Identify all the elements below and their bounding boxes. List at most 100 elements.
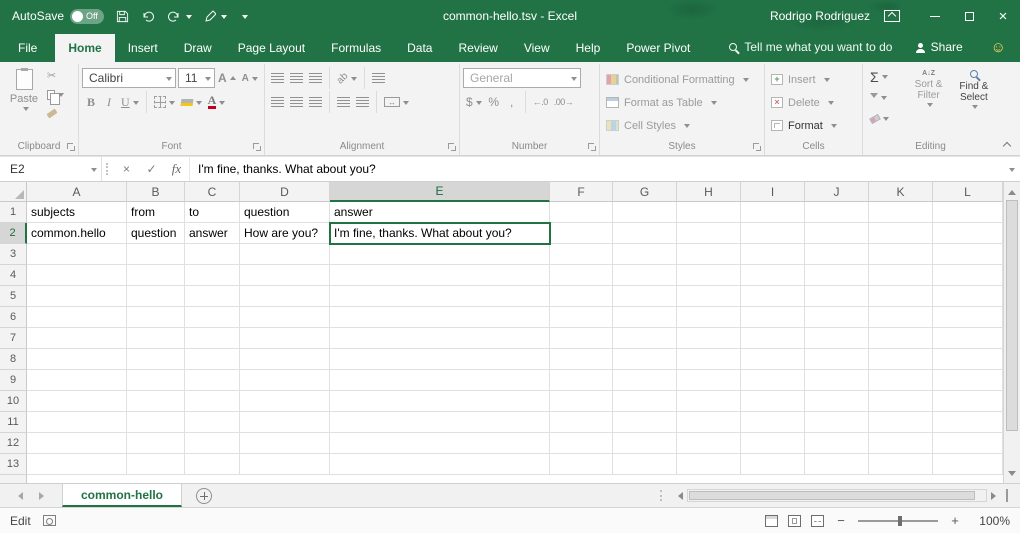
top-align-button[interactable]: [268, 68, 287, 89]
format-painter-button[interactable]: [45, 104, 66, 123]
collapse-ribbon-button[interactable]: [1004, 141, 1011, 148]
cell-L13[interactable]: [933, 454, 1003, 475]
font-color-button[interactable]: A: [205, 92, 229, 113]
cell-D12[interactable]: [240, 433, 330, 454]
styles-dialog-launcher[interactable]: [753, 143, 762, 152]
decrease-indent-button[interactable]: [334, 92, 353, 113]
find-select-button[interactable]: Find & Select: [953, 66, 995, 139]
cell-F7[interactable]: [550, 328, 613, 349]
customize-qat-button[interactable]: [239, 13, 248, 20]
cell-G6[interactable]: [613, 307, 677, 328]
cell-C10[interactable]: [185, 391, 240, 412]
page-break-preview-button[interactable]: [811, 515, 824, 527]
cell-L10[interactable]: [933, 391, 1003, 412]
redo-button[interactable]: [167, 10, 192, 22]
cell-I8[interactable]: [741, 349, 805, 370]
increase-decimal-button[interactable]: ←.0: [530, 92, 551, 113]
cell-K11[interactable]: [869, 412, 933, 433]
cell-K3[interactable]: [869, 244, 933, 265]
cell-L7[interactable]: [933, 328, 1003, 349]
align-center-button[interactable]: [287, 92, 306, 113]
cell-A11[interactable]: [27, 412, 127, 433]
cell-J6[interactable]: [805, 307, 869, 328]
cell-F11[interactable]: [550, 412, 613, 433]
row-header-2[interactable]: 2: [0, 223, 27, 244]
cell-B6[interactable]: [127, 307, 185, 328]
cut-button[interactable]: ✂: [45, 66, 66, 85]
cell-I6[interactable]: [741, 307, 805, 328]
cell-G10[interactable]: [613, 391, 677, 412]
tab-draw[interactable]: Draw: [171, 34, 225, 62]
tab-review[interactable]: Review: [445, 34, 510, 62]
insert-function-button[interactable]: fx: [164, 157, 189, 181]
cell-H7[interactable]: [677, 328, 741, 349]
row-header-6[interactable]: 6: [0, 307, 27, 328]
cell-C9[interactable]: [185, 370, 240, 391]
cell-J7[interactable]: [805, 328, 869, 349]
column-header-B[interactable]: B: [127, 182, 185, 202]
cell-J3[interactable]: [805, 244, 869, 265]
cell-C13[interactable]: [185, 454, 240, 475]
cell-I1[interactable]: [741, 202, 805, 223]
cell-J1[interactable]: [805, 202, 869, 223]
cell-L2[interactable]: [933, 223, 1003, 244]
cell-A3[interactable]: [27, 244, 127, 265]
underline-button[interactable]: U: [118, 92, 142, 113]
tab-view[interactable]: View: [511, 34, 563, 62]
cell-J9[interactable]: [805, 370, 869, 391]
cell-G5[interactable]: [613, 286, 677, 307]
cell-I13[interactable]: [741, 454, 805, 475]
column-header-E[interactable]: E: [330, 182, 550, 202]
cell-C2[interactable]: answer: [185, 223, 240, 244]
cell-G13[interactable]: [613, 454, 677, 475]
orientation-button[interactable]: ab: [334, 68, 360, 89]
cell-K8[interactable]: [869, 349, 933, 370]
previous-sheet-button[interactable]: [14, 492, 23, 500]
cell-D10[interactable]: [240, 391, 330, 412]
decrease-font-size-button[interactable]: A: [239, 68, 261, 89]
comma-style-button[interactable]: ,: [503, 92, 521, 113]
cell-G11[interactable]: [613, 412, 677, 433]
cell-E3[interactable]: [330, 244, 550, 265]
cell-G4[interactable]: [613, 265, 677, 286]
cell-K12[interactable]: [869, 433, 933, 454]
cell-E11[interactable]: [330, 412, 550, 433]
cell-A10[interactable]: [27, 391, 127, 412]
cell-L6[interactable]: [933, 307, 1003, 328]
italic-button[interactable]: I: [100, 92, 118, 113]
row-header-3[interactable]: 3: [0, 244, 27, 265]
cell-E12[interactable]: [330, 433, 550, 454]
cell-I4[interactable]: [741, 265, 805, 286]
cell-B13[interactable]: [127, 454, 185, 475]
cell-D3[interactable]: [240, 244, 330, 265]
vertical-scrollbar-thumb[interactable]: [1006, 200, 1018, 431]
touch-mode-button[interactable]: [204, 10, 227, 23]
save-button[interactable]: [116, 10, 129, 23]
row-header-8[interactable]: 8: [0, 349, 27, 370]
cell-B5[interactable]: [127, 286, 185, 307]
cell-L11[interactable]: [933, 412, 1003, 433]
cell-H4[interactable]: [677, 265, 741, 286]
middle-align-button[interactable]: [287, 68, 306, 89]
zoom-slider-thumb[interactable]: [898, 516, 902, 526]
new-sheet-button[interactable]: [196, 488, 212, 504]
macro-record-icon[interactable]: [43, 515, 56, 526]
insert-cells-button[interactable]: Insert: [768, 69, 859, 90]
cell-K7[interactable]: [869, 328, 933, 349]
cell-H3[interactable]: [677, 244, 741, 265]
cell-H9[interactable]: [677, 370, 741, 391]
horizontal-scrollbar-thumb[interactable]: [689, 491, 975, 500]
cell-E10[interactable]: [330, 391, 550, 412]
cell-D9[interactable]: [240, 370, 330, 391]
cell-E5[interactable]: [330, 286, 550, 307]
cell-styles-button[interactable]: Cell Styles: [603, 115, 761, 136]
cell-C6[interactable]: [185, 307, 240, 328]
cell-K2[interactable]: [869, 223, 933, 244]
cell-H5[interactable]: [677, 286, 741, 307]
row-header-5[interactable]: 5: [0, 286, 27, 307]
cell-H6[interactable]: [677, 307, 741, 328]
cell-A9[interactable]: [27, 370, 127, 391]
cell-C7[interactable]: [185, 328, 240, 349]
alignment-dialog-launcher[interactable]: [448, 143, 457, 152]
cell-J2[interactable]: [805, 223, 869, 244]
